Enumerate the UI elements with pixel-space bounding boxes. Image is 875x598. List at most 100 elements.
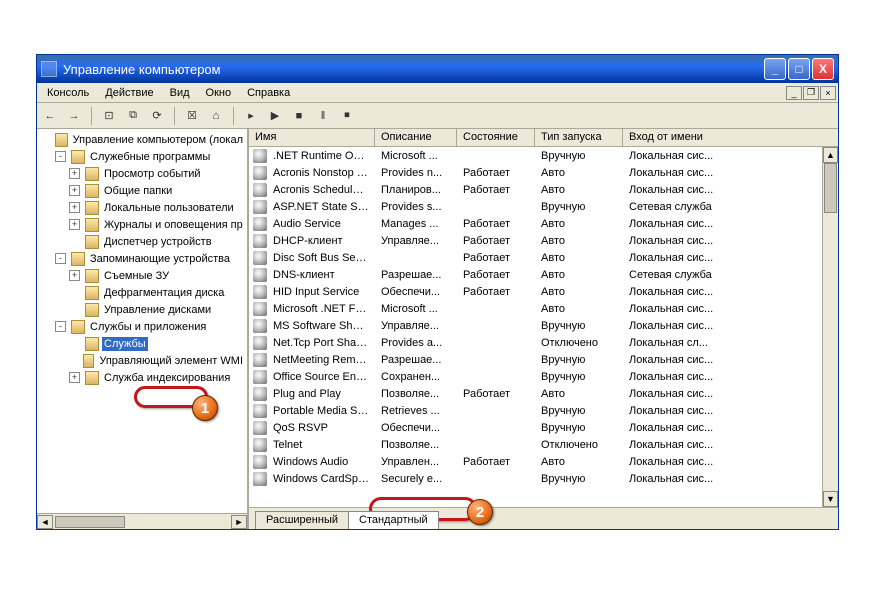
- service-row[interactable]: Acronis Nonstop Ba...Provides n...Работа…: [249, 164, 838, 181]
- service-row[interactable]: DHCP-клиентУправляе...РаботаетАвтоЛокаль…: [249, 232, 838, 249]
- service-row[interactable]: Portable Media Seri...Retrieves ...Вручн…: [249, 402, 838, 419]
- tree-item[interactable]: Управляющий элемент WMI: [39, 352, 245, 369]
- v-scrollbar[interactable]: ▲ ▼: [822, 147, 838, 507]
- tree-item[interactable]: + Общие папки: [39, 182, 245, 199]
- close-button[interactable]: X: [812, 58, 834, 80]
- service-row[interactable]: ASP.NET State Ser...Provides s...Вручную…: [249, 198, 838, 215]
- cell: Локальная сис...: [623, 150, 743, 162]
- tree-item[interactable]: -Служебные программы: [39, 148, 245, 165]
- tree-h-scrollbar[interactable]: ◄ ►: [37, 513, 247, 529]
- cell: Обеспечи...: [375, 422, 457, 434]
- app-icon: [41, 61, 57, 77]
- scroll-up-icon[interactable]: ▲: [823, 147, 838, 163]
- service-row[interactable]: .NET Runtime Opti...Microsoft ...Вручную…: [249, 147, 838, 164]
- tree-item[interactable]: +Журналы и оповещения пр: [39, 216, 245, 233]
- tb-export-icon[interactable]: ☒: [183, 107, 201, 125]
- list-body[interactable]: .NET Runtime Opti...Microsoft ...Вручную…: [249, 147, 838, 507]
- expand-icon[interactable]: +: [69, 168, 80, 179]
- gear-icon: [253, 234, 267, 248]
- tb-props-icon[interactable]: ⧉: [124, 107, 142, 125]
- tree-pane[interactable]: Управление компьютером (локал-Служебные …: [37, 129, 249, 529]
- cell: Вручную: [535, 354, 623, 366]
- tb-restart-icon[interactable]: ⏹: [338, 107, 356, 125]
- service-row[interactable]: DNS-клиентРазрешае...РаботаетАвтоСетевая…: [249, 266, 838, 283]
- tb-sep: [174, 107, 175, 125]
- mdi-close[interactable]: ×: [820, 86, 836, 100]
- tree-item[interactable]: -Запоминающие устройства: [39, 250, 245, 267]
- tree-item[interactable]: +Служба индексирования: [39, 369, 245, 386]
- expand-icon[interactable]: +: [69, 219, 80, 230]
- mdi-minimize[interactable]: _: [786, 86, 802, 100]
- collapse-icon[interactable]: -: [55, 151, 66, 162]
- service-row[interactable]: Office Source EngineСохранен...ВручнуюЛо…: [249, 368, 838, 385]
- scroll-thumb[interactable]: [824, 163, 837, 213]
- expand-icon[interactable]: +: [69, 202, 80, 213]
- service-row[interactable]: Plug and PlayПозволяе...РаботаетАвтоЛока…: [249, 385, 838, 402]
- expand-icon[interactable]: +: [69, 270, 80, 281]
- callout-badge-2: 2: [467, 499, 493, 525]
- tb-start-icon[interactable]: ▶: [266, 107, 284, 125]
- service-row[interactable]: Audio ServiceManages ...РаботаетАвтоЛока…: [249, 215, 838, 232]
- cell: Работает: [457, 286, 535, 298]
- service-row[interactable]: Microsoft .NET Fra...Microsoft ...АвтоЛо…: [249, 300, 838, 317]
- minimize-button[interactable]: _: [764, 58, 786, 80]
- service-row[interactable]: Windows CardSpaceSecurely e...ВручнуюЛок…: [249, 470, 838, 487]
- tree-item[interactable]: Диспетчер устройств: [39, 233, 245, 250]
- tab-standard[interactable]: Стандартный: [348, 511, 439, 529]
- expand-icon[interactable]: +: [69, 372, 80, 383]
- tree-item[interactable]: +Съемные ЗУ: [39, 267, 245, 284]
- gear-icon: [253, 421, 267, 435]
- service-row[interactable]: Acronis Scheduler2 ...Планиров...Работае…: [249, 181, 838, 198]
- service-row[interactable]: Net.Tcp Port Sharin...Provides a...Отклю…: [249, 334, 838, 351]
- cell: Вручную: [535, 473, 623, 485]
- menu-action[interactable]: Действие: [97, 85, 161, 101]
- expand-icon[interactable]: +: [69, 185, 80, 196]
- col-logon[interactable]: Вход от имени: [623, 129, 838, 146]
- gear-icon: [253, 183, 267, 197]
- tree-item[interactable]: Службы: [39, 335, 245, 352]
- service-row[interactable]: MS Software Shado...Управляе...ВручнуюЛо…: [249, 317, 838, 334]
- scroll-down-icon[interactable]: ▼: [823, 491, 838, 507]
- tree-item[interactable]: +Просмотр событий: [39, 165, 245, 182]
- menu-console[interactable]: Консоль: [39, 85, 97, 101]
- menu-window[interactable]: Окно: [198, 85, 240, 101]
- maximize-button[interactable]: □: [788, 58, 810, 80]
- menu-view[interactable]: Вид: [162, 85, 198, 101]
- tree-item[interactable]: Управление дисками: [39, 301, 245, 318]
- titlebar[interactable]: Управление компьютером _ □ X: [37, 55, 838, 83]
- col-name[interactable]: Имя: [249, 129, 375, 146]
- tree-item[interactable]: Дефрагментация диска: [39, 284, 245, 301]
- tree-item[interactable]: +Локальные пользователи: [39, 199, 245, 216]
- col-startup[interactable]: Тип запуска: [535, 129, 623, 146]
- tab-extended[interactable]: Расширенный: [255, 511, 349, 529]
- service-row[interactable]: Windows AudioУправлен...РаботаетАвтоЛока…: [249, 453, 838, 470]
- col-desc[interactable]: Описание: [375, 129, 457, 146]
- collapse-icon[interactable]: -: [55, 321, 66, 332]
- service-row[interactable]: HID Input ServiceОбеспечи...РаботаетАвто…: [249, 283, 838, 300]
- tree-item[interactable]: Управление компьютером (локал: [39, 131, 245, 148]
- cell: Сетевая служба: [623, 269, 743, 281]
- tb-fwd-icon[interactable]: →: [65, 107, 83, 125]
- service-row[interactable]: QoS RSVPОбеспечи...ВручнуюЛокальная сис.…: [249, 419, 838, 436]
- tb-up-icon[interactable]: ⊡: [100, 107, 118, 125]
- col-state[interactable]: Состояние: [457, 129, 535, 146]
- tb-play-icon[interactable]: ▸: [242, 107, 260, 125]
- collapse-icon[interactable]: -: [55, 253, 66, 264]
- cell: Локальная сис...: [623, 167, 743, 179]
- scroll-thumb[interactable]: [55, 516, 125, 528]
- tb-back-icon[interactable]: ←: [41, 107, 59, 125]
- scroll-right-icon[interactable]: ►: [231, 515, 247, 529]
- tb-refresh-icon[interactable]: ⟳: [148, 107, 166, 125]
- tb-help-icon[interactable]: ⌂: [207, 107, 225, 125]
- scroll-left-icon[interactable]: ◄: [37, 515, 53, 529]
- menu-help[interactable]: Справка: [239, 85, 298, 101]
- service-row[interactable]: Disc Soft Bus ServiceРаботаетАвтоЛокальн…: [249, 249, 838, 266]
- mdi-restore[interactable]: ❐: [803, 86, 819, 100]
- gear-icon: [253, 438, 267, 452]
- service-row[interactable]: TelnetПозволяе...ОтключеноЛокальная сис.…: [249, 436, 838, 453]
- tb-stop-icon[interactable]: ■: [290, 107, 308, 125]
- tree-label: Общие папки: [102, 184, 174, 198]
- tree-item[interactable]: -Службы и приложения: [39, 318, 245, 335]
- tb-pause-icon[interactable]: ‖: [314, 107, 332, 125]
- service-row[interactable]: NetMeeting Remot...Разрешае...ВручнуюЛок…: [249, 351, 838, 368]
